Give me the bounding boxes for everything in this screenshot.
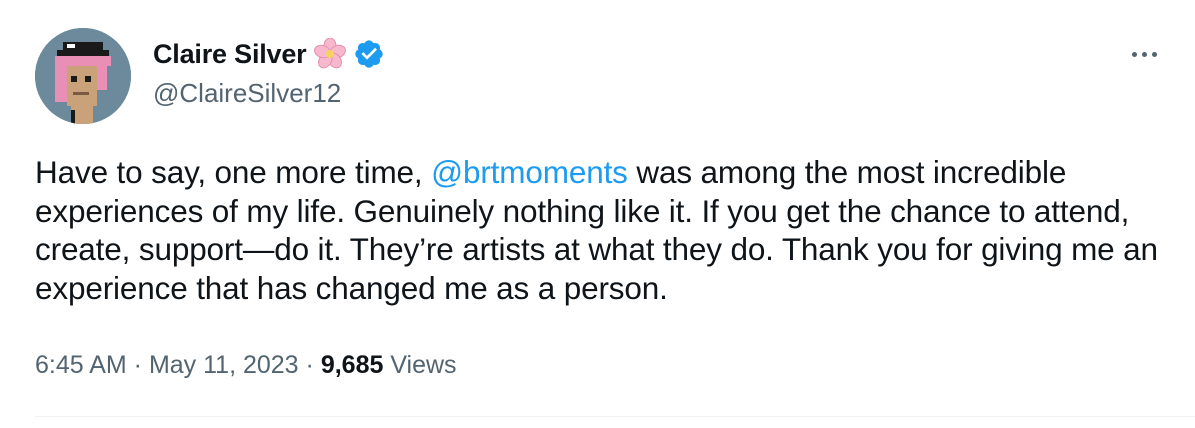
author-name-row: Claire Silver [153,36,385,72]
tweet-time[interactable]: 6:45 AM [35,351,127,380]
more-horizontal-icon [1131,51,1137,57]
author-handle[interactable]: @ClaireSilver12 [153,78,341,109]
cherry-blossom-icon [313,37,346,70]
more-options-button[interactable] [1124,42,1164,66]
tweet-text-before: Have to say, one more time, [35,154,432,190]
meta-separator: · [298,351,321,379]
author-display-name[interactable]: Claire Silver [153,39,307,70]
author-avatar[interactable] [35,28,131,124]
views-count[interactable]: 9,685 [321,351,384,380]
views-label: Views [383,351,457,379]
more-dot [1141,51,1147,57]
pixel-art-avatar-image [35,28,131,124]
tweet-date[interactable]: May 11, 2023 [149,351,299,380]
mention-link[interactable]: @brtmoments [431,154,628,190]
more-dot [1151,51,1157,57]
tweet-body: Have to say, one more time, @brtmoments … [35,153,1175,307]
divider [35,416,1195,417]
meta-separator: · [126,351,149,379]
tweet-card: Claire Silver @ClaireSilver12 Have to sa… [0,0,1195,428]
verified-badge-icon[interactable] [353,38,385,70]
tweet-meta: 6:45 AM · May 11, 2023 · 9,685 Views [35,351,457,380]
